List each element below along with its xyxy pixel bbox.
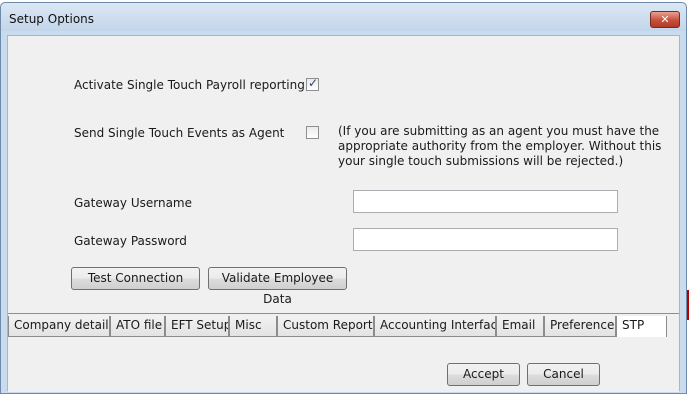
tab-ato-file[interactable]: ATO file [110, 316, 165, 337]
stp-reporting-checkbox[interactable]: ✓ [306, 76, 319, 91]
cancel-button[interactable]: Cancel [527, 363, 600, 386]
tab-accounting-interface[interactable]: Accounting Interface [374, 316, 496, 337]
agent-authority-note: (If you are submitting as an agent you m… [338, 124, 661, 169]
close-button[interactable]: ✕ [650, 11, 680, 28]
agent-note-line: (If you are submitting as an agent you m… [338, 124, 660, 138]
agent-note-line: your single touch submissions will be re… [338, 154, 624, 168]
tab-strip: Company details ATO file EFT Setup Misc … [8, 316, 679, 340]
setup-options-window: Setup Options ✕ Activate Single Touch Pa… [0, 2, 687, 394]
checkmark-icon: ✓ [308, 76, 319, 90]
test-connection-button[interactable]: Test Connection [71, 267, 200, 290]
accept-button[interactable]: Accept [447, 363, 520, 386]
gateway-password-label: Gateway Password [74, 234, 187, 248]
gateway-password-input[interactable] [353, 228, 618, 251]
agent-note-line: appropriate authority from the employer.… [338, 139, 662, 153]
title-bar[interactable]: Setup Options ✕ [1, 3, 686, 31]
gateway-username-input[interactable] [353, 190, 618, 213]
tab-email[interactable]: Email [496, 316, 544, 337]
dialog-client-area: Activate Single Touch Payroll reporting … [7, 35, 680, 392]
stp-settings-panel: Activate Single Touch Payroll reporting … [8, 36, 679, 314]
window-title: Setup Options [9, 12, 95, 26]
tab-custom-reports[interactable]: Custom Reports [277, 316, 374, 337]
validate-employee-data-button[interactable]: Validate Employee Data [208, 267, 347, 306]
tab-misc[interactable]: Misc [229, 316, 277, 337]
stp-reporting-label: Activate Single Touch Payroll reporting [74, 78, 305, 92]
send-as-agent-label: Send Single Touch Events as Agent [74, 126, 285, 140]
dialog-footer: Accept Cancel [8, 337, 679, 392]
tab-company-details[interactable]: Company details [8, 316, 110, 337]
tab-eft-setup[interactable]: EFT Setup [165, 316, 229, 337]
close-icon: ✕ [660, 13, 670, 26]
send-as-agent-checkbox[interactable] [306, 126, 319, 139]
tab-preferences[interactable]: Preferences [544, 316, 616, 337]
gateway-username-label: Gateway Username [74, 196, 192, 210]
